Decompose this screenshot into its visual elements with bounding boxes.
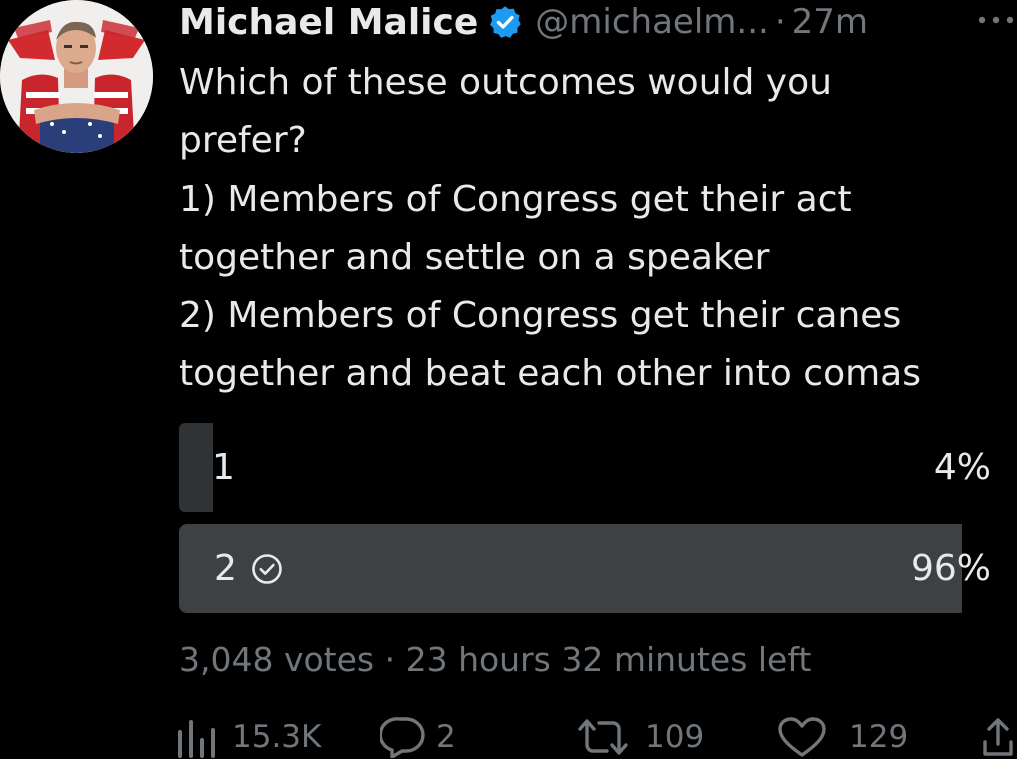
poll-result-bar (179, 524, 963, 613)
poll-option-2[interactable]: 2 96% (179, 524, 995, 613)
verified-badge-icon (487, 4, 523, 40)
poll-result-bar (179, 423, 214, 512)
tweet-text-line: 1) Members of Congress get their act (179, 178, 852, 220)
poll-option-label: 1 (212, 423, 235, 512)
poll-option-percent: 96% (910, 548, 991, 589)
tweet-text-line: together and beat each other into comas (179, 353, 921, 395)
heart-icon (777, 716, 827, 758)
retweet-button[interactable]: 109 (577, 714, 704, 759)
poll-option-text: 2 (214, 548, 237, 589)
retweet-count: 109 (645, 718, 705, 755)
tweet-text-line: 2) Members of Congress get their canes (179, 295, 902, 337)
tweet-text-line: together and settle on a speaker (179, 236, 770, 278)
tweet-timestamp[interactable]: 27m (792, 2, 868, 42)
check-circle-icon (251, 553, 283, 585)
reply-count: 2 (436, 718, 456, 755)
like-count: 129 (849, 718, 909, 755)
tweet-text-line: prefer? (179, 120, 307, 162)
views-bar-chart-icon (176, 716, 216, 758)
more-dots-icon[interactable] (975, 12, 1017, 26)
poll-option-text: 1 (212, 447, 235, 488)
avatar-image (0, 0, 153, 153)
views-count: 15.3K (232, 718, 322, 755)
like-button[interactable]: 129 (777, 714, 908, 759)
avatar[interactable] (0, 0, 153, 153)
retweet-icon (577, 717, 629, 757)
poll-option-1[interactable]: 1 4% (179, 423, 995, 512)
poll-option-label: 2 (214, 524, 283, 613)
author-name[interactable]: Michael Malice (179, 2, 478, 43)
poll-meta: 3,048 votes · 23 hours 32 minutes left (179, 640, 812, 679)
reply-bubble-icon (380, 716, 426, 758)
share-icon (982, 716, 1014, 758)
author-handle[interactable]: @michaelm... (535, 2, 769, 42)
share-button[interactable] (982, 714, 1014, 759)
header-separator: · (774, 2, 786, 42)
poll-option-percent: 4% (933, 447, 991, 488)
tweet-text-line: Which of these outcomes would you (179, 62, 832, 103)
views-button[interactable]: 15.3K (176, 714, 321, 759)
tweet-header: Michael Malice @michaelm... · 27m (179, 0, 868, 48)
reply-button[interactable]: 2 (380, 714, 456, 759)
action-bar: 15.3K 2 109 129 (0, 714, 1017, 759)
tweet-text: Which of these outcomes would you prefer… (179, 54, 1009, 404)
